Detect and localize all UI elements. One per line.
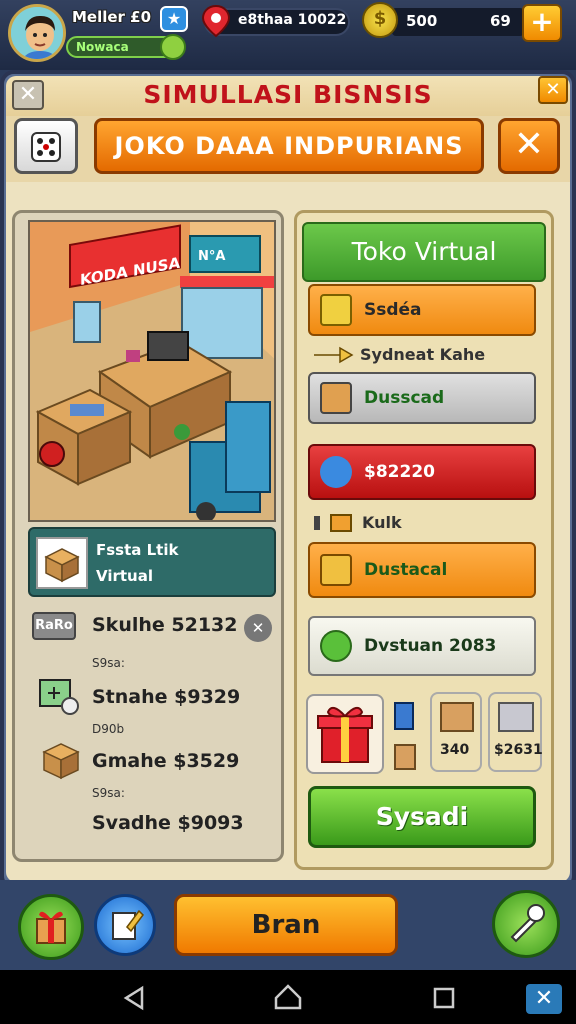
avatar[interactable] bbox=[8, 4, 66, 62]
list-item-label: S9sa: bbox=[92, 656, 125, 670]
item-label: Sydneat Kahe bbox=[360, 345, 486, 364]
recents-icon[interactable] bbox=[432, 986, 456, 1010]
confirm-button[interactable]: Sysadi bbox=[308, 786, 536, 848]
store-info-card[interactable]: Fssta Ltik Virtual bbox=[28, 527, 276, 597]
main-action-button[interactable]: Bran bbox=[174, 894, 398, 956]
shop-close-button[interactable]: ✕ bbox=[498, 118, 560, 174]
star-icon[interactable]: ★ bbox=[160, 6, 188, 32]
bag-icon bbox=[320, 294, 352, 326]
item-button-3[interactable]: $82220 bbox=[308, 444, 536, 500]
tools-button[interactable] bbox=[492, 890, 560, 958]
list-item-label: D90b bbox=[92, 722, 125, 736]
keyboard-toggle-icon[interactable]: ✕ bbox=[526, 984, 562, 1014]
shop-scene-image: KODA NUSA N°A bbox=[28, 220, 276, 522]
package-icon bbox=[498, 702, 534, 732]
bottle-icon bbox=[394, 702, 414, 730]
item-price: $2631 bbox=[494, 742, 543, 758]
add-currency-button[interactable]: + bbox=[522, 4, 562, 42]
shop-name-banner[interactable]: JOKO DAAA INDPURIANS bbox=[94, 118, 484, 174]
item-label: $82220 bbox=[364, 462, 435, 482]
coin-value: 500 bbox=[406, 12, 438, 30]
gift-icon bbox=[317, 706, 373, 763]
divider bbox=[314, 516, 320, 530]
level-label: Nowaca bbox=[76, 40, 129, 54]
back-close-button[interactable]: ✕ bbox=[12, 80, 44, 110]
dice-button[interactable] bbox=[14, 118, 78, 174]
coin-icon: $ bbox=[362, 2, 398, 38]
item-price: 340 bbox=[440, 742, 470, 758]
shop-illustration: KODA NUSA N°A bbox=[30, 222, 274, 520]
list-item-value: Svadhe $9093 bbox=[92, 812, 244, 834]
item-button-2[interactable]: Dusscad bbox=[308, 372, 536, 424]
level-bar: Nowaca bbox=[66, 34, 186, 60]
leaf-icon bbox=[320, 630, 352, 662]
item-slot-1[interactable]: 340 bbox=[430, 692, 482, 772]
item-label: Ssdéa bbox=[364, 300, 422, 320]
item-slot-2[interactable]: $2631 bbox=[488, 692, 543, 772]
sign-right-text: N°A bbox=[198, 249, 225, 264]
toko-virtual-banner: Toko Virtual bbox=[302, 222, 546, 282]
edit-note-button[interactable] bbox=[94, 894, 156, 956]
leaf-icon bbox=[160, 34, 186, 60]
gift-box-icon bbox=[36, 911, 66, 944]
pin-value: e8thaa 10022 bbox=[238, 12, 347, 28]
item-label: Kulk bbox=[362, 513, 402, 532]
wrench-icon bbox=[510, 904, 545, 943]
arrow-icon bbox=[314, 346, 354, 364]
gift-slot[interactable] bbox=[306, 694, 384, 774]
back-icon[interactable] bbox=[120, 984, 148, 1012]
shop-bag-button[interactable] bbox=[18, 894, 84, 960]
box-icon bbox=[36, 537, 88, 589]
player-name: Meller £0 bbox=[72, 8, 152, 26]
row-tag: RaRo bbox=[32, 612, 76, 640]
store-info-line2: Virtual bbox=[96, 567, 153, 585]
dice-icon bbox=[31, 132, 61, 162]
small-box-icon bbox=[394, 744, 416, 770]
item-label: Dvstuan 2083 bbox=[364, 636, 497, 656]
panel-close-button[interactable]: ✕ bbox=[538, 76, 568, 104]
store-info-line1: Fssta Ltik bbox=[96, 541, 179, 559]
item-button-1[interactable]: Ssdéa bbox=[308, 284, 536, 336]
item-button-5[interactable]: Dvstuan 2083 bbox=[308, 616, 536, 676]
page-title: SIMULLASI BISNSIS bbox=[143, 80, 433, 109]
card-icon bbox=[39, 679, 79, 715]
item-label: Dusscad bbox=[364, 388, 445, 408]
device-icon bbox=[320, 382, 352, 414]
sparkle-icon bbox=[320, 456, 352, 488]
box-icon bbox=[42, 743, 80, 780]
list-item-value: Skulhe 52132 bbox=[92, 614, 238, 636]
row-close-button[interactable]: ✕ bbox=[244, 614, 272, 642]
note-icon bbox=[112, 909, 144, 940]
item-label: Dustacal bbox=[364, 560, 448, 580]
crate-icon bbox=[440, 702, 474, 732]
gift-bag-icon bbox=[320, 554, 352, 586]
gem-value: 69 bbox=[490, 12, 511, 30]
map-pin-icon bbox=[201, 4, 231, 38]
list-item-label: S9sa: bbox=[92, 786, 125, 800]
item-button-4[interactable]: Dustacal bbox=[308, 542, 536, 598]
tag-icon bbox=[330, 514, 352, 532]
list-item-value: Stnahe $9329 bbox=[92, 686, 241, 708]
list-item-value: Gmahe $3529 bbox=[92, 750, 240, 772]
home-icon[interactable] bbox=[272, 982, 304, 1012]
